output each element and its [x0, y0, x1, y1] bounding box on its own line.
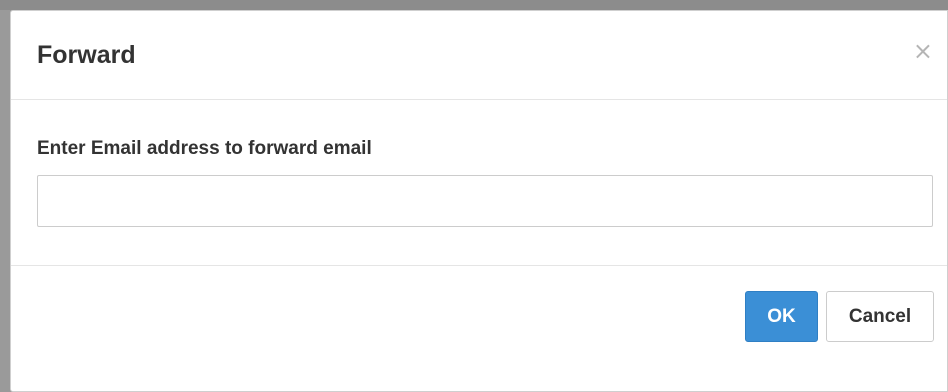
email-field-label: Enter Email address to forward email — [37, 138, 372, 159]
dialog-body: Enter Email address to forward email — [11, 100, 947, 266]
dialog-title: Forward — [37, 41, 136, 69]
close-icon[interactable]: × — [913, 39, 933, 63]
forward-dialog: Forward × Enter Email address to forward… — [10, 10, 948, 392]
dialog-header: Forward × — [11, 11, 947, 100]
ok-button[interactable]: OK — [745, 291, 818, 342]
cancel-button[interactable]: Cancel — [826, 291, 934, 342]
email-field[interactable] — [37, 175, 933, 227]
dialog-footer: OK Cancel — [11, 266, 947, 391]
modal-backdrop — [0, 0, 948, 10]
